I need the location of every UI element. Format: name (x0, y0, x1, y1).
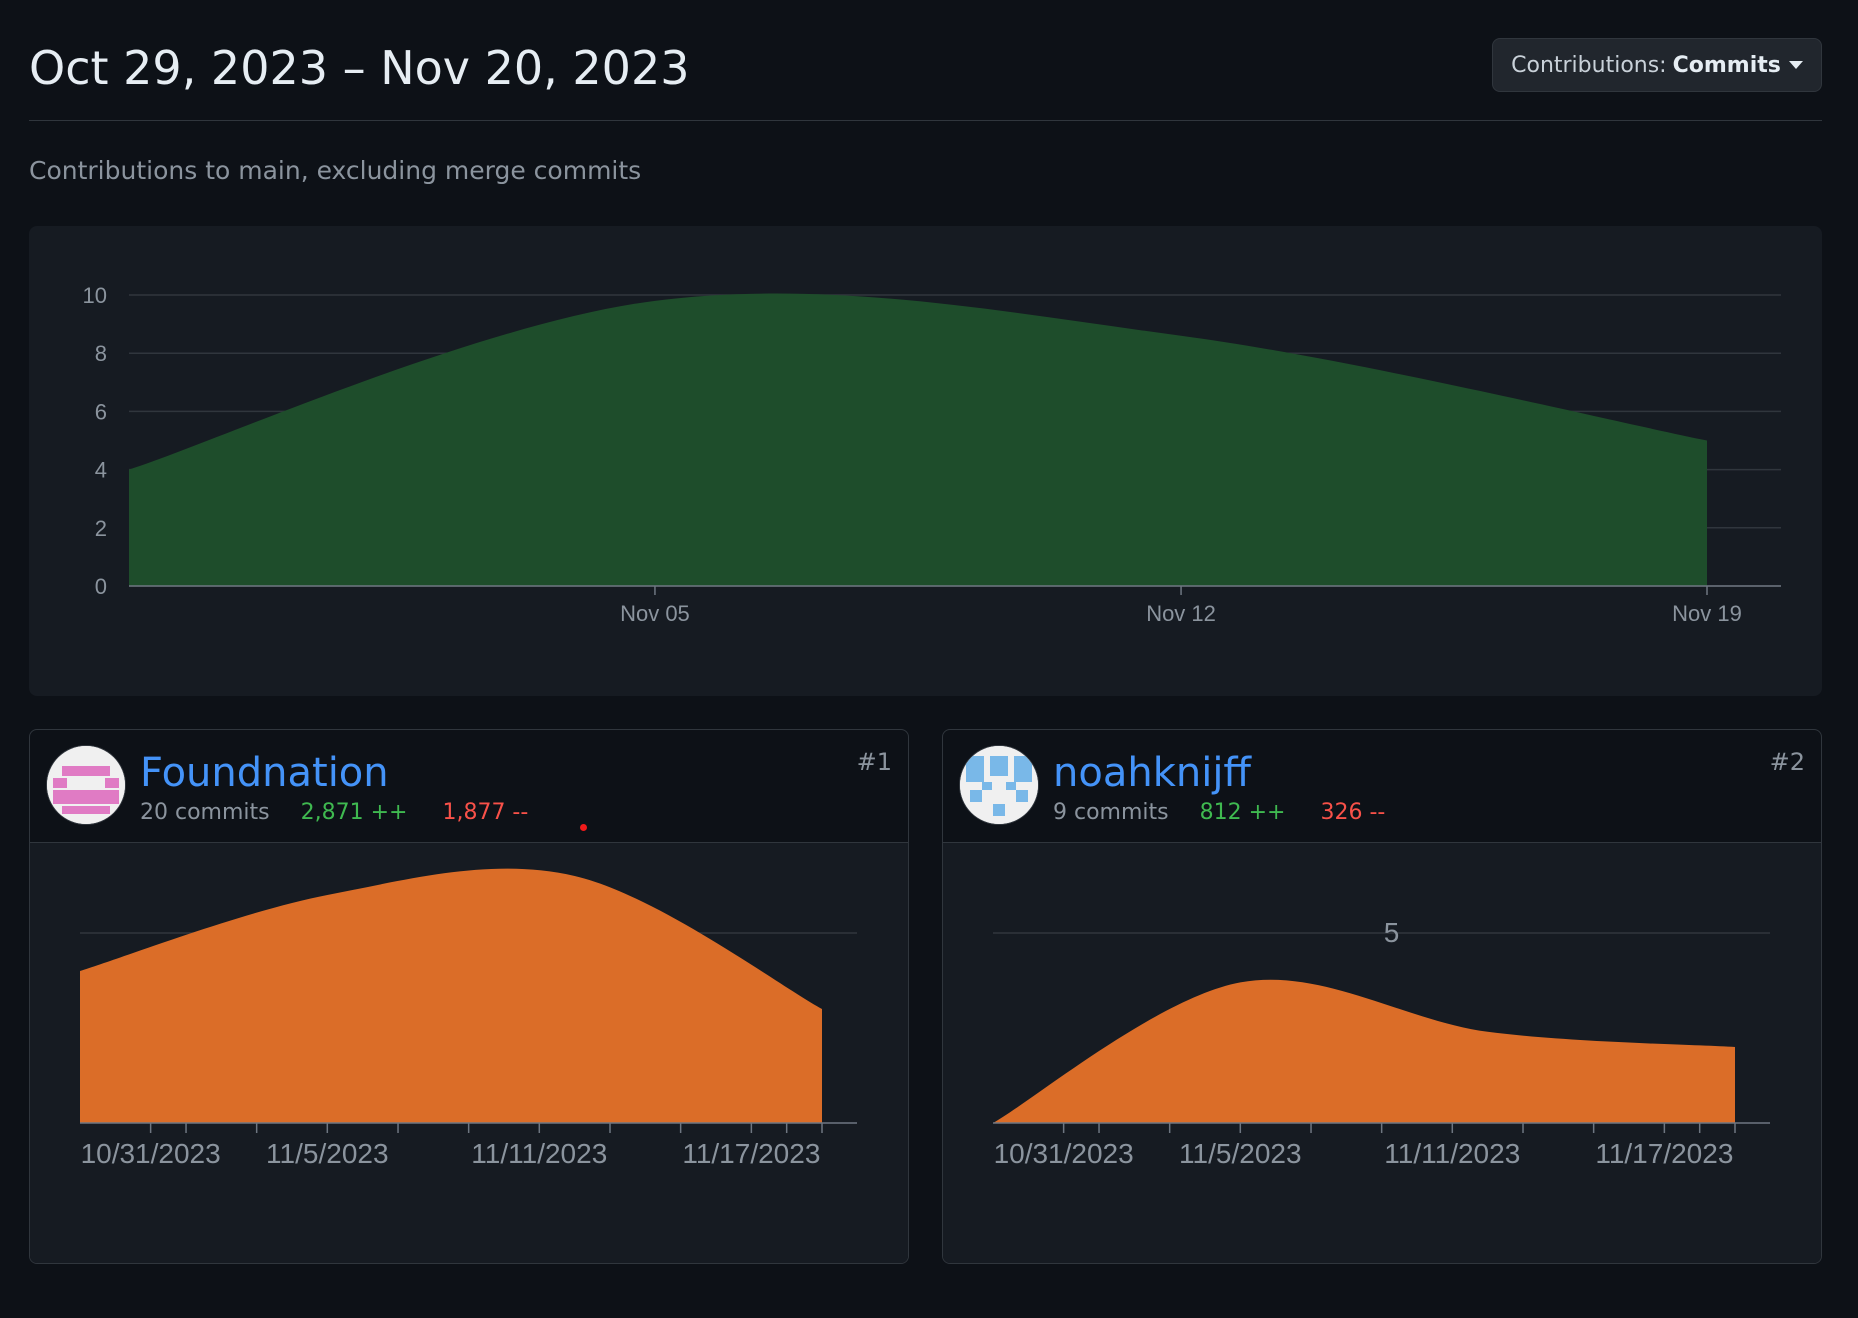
x-tick-label: Nov 19 (1672, 601, 1742, 626)
y-tick-label: 4 (95, 458, 107, 483)
commit-count: 9 commits (1053, 800, 1169, 825)
overall-commits-chart-svg: 0 2 4 6 8 10 Nov 05 Nov 12 Nov 19 (83, 283, 1781, 626)
contributor-chart: 5 10/31/2023 11/5/2023 11/11/2023 11/17/2023 (943, 843, 1821, 1263)
area-series (80, 868, 822, 1123)
cursor-marker (580, 824, 587, 831)
x-tick-label: 11/11/2023 (471, 1138, 607, 1169)
x-tick-label: Nov 12 (1146, 601, 1216, 626)
commit-count: 20 commits (140, 800, 270, 825)
contributor-rank: #1 (856, 748, 892, 776)
contributor-stats: 9 commits 812 ++ 326 -- (1053, 800, 1385, 825)
page-header: Oct 29, 2023 – Nov 20, 2023 Contribution… (29, 0, 1822, 121)
x-tick-label: Nov 05 (620, 601, 690, 626)
contributor-card: noahknijff 9 commits 812 ++ 326 -- #2 5 1… (942, 729, 1822, 1264)
contributor-rank: #2 (1769, 748, 1805, 776)
deletions-count: 1,877 -- (442, 800, 529, 825)
y-tick-label: 8 (95, 341, 107, 366)
contributor-chart-svg: 5 10/31/2023 11/5/2023 11/11/2023 11/17/2023 (993, 917, 1770, 1169)
area-series (993, 979, 1735, 1123)
x-tick-label: 11/11/2023 (1384, 1138, 1520, 1169)
chevron-down-icon (1788, 61, 1803, 69)
contributor-name-link[interactable]: Foundnation (140, 750, 389, 796)
contributor-card: Foundnation 20 commits 2,871 ++ 1,877 --… (29, 729, 909, 1264)
contributor-chart: 10/31/2023 11/5/2023 11/11/2023 11/17/2023 (30, 843, 908, 1263)
contributor-card-header: noahknijff 9 commits 812 ++ 326 -- #2 (943, 730, 1821, 843)
additions-count: 812 ++ (1199, 800, 1286, 825)
x-tick-label: 11/5/2023 (1179, 1138, 1302, 1169)
avatar-identicon (47, 746, 125, 824)
y-tick-label: 0 (95, 574, 107, 599)
contributor-name-link[interactable]: noahknijff (1053, 750, 1251, 796)
x-tick-label: 11/17/2023 (1595, 1138, 1733, 1169)
contributor-card-header: Foundnation 20 commits 2,871 ++ 1,877 --… (30, 730, 908, 843)
contributions-dropdown-value: Commits (1672, 52, 1781, 78)
contributor-chart-svg: 10/31/2023 11/5/2023 11/11/2023 11/17/2023 (80, 868, 857, 1169)
y-tick-label: 5 (1384, 917, 1400, 948)
x-tick-label: 11/17/2023 (682, 1138, 820, 1169)
avatar[interactable] (46, 745, 126, 825)
y-tick-label: 6 (95, 399, 107, 424)
additions-count: 2,871 ++ (300, 800, 408, 825)
date-range-title: Oct 29, 2023 – Nov 20, 2023 (29, 41, 690, 95)
overall-commits-chart: 0 2 4 6 8 10 Nov 05 Nov 12 Nov 19 (29, 226, 1822, 696)
contributions-type-dropdown[interactable]: Contributions: Commits (1492, 38, 1822, 92)
contributions-dropdown-label: Contributions: (1511, 52, 1667, 78)
x-tick-label: 10/31/2023 (81, 1138, 221, 1169)
y-tick-label: 10 (83, 283, 107, 308)
area-series (129, 293, 1707, 586)
avatar[interactable] (959, 745, 1039, 825)
branch-subtitle: Contributions to main, excluding merge c… (29, 156, 642, 185)
contributor-stats: 20 commits 2,871 ++ 1,877 -- (140, 800, 528, 825)
x-tick-label: 11/5/2023 (266, 1138, 389, 1169)
y-tick-label: 2 (95, 516, 107, 541)
x-tick-label: 10/31/2023 (994, 1138, 1134, 1169)
avatar-identicon (960, 746, 1038, 824)
deletions-count: 326 -- (1320, 800, 1386, 825)
